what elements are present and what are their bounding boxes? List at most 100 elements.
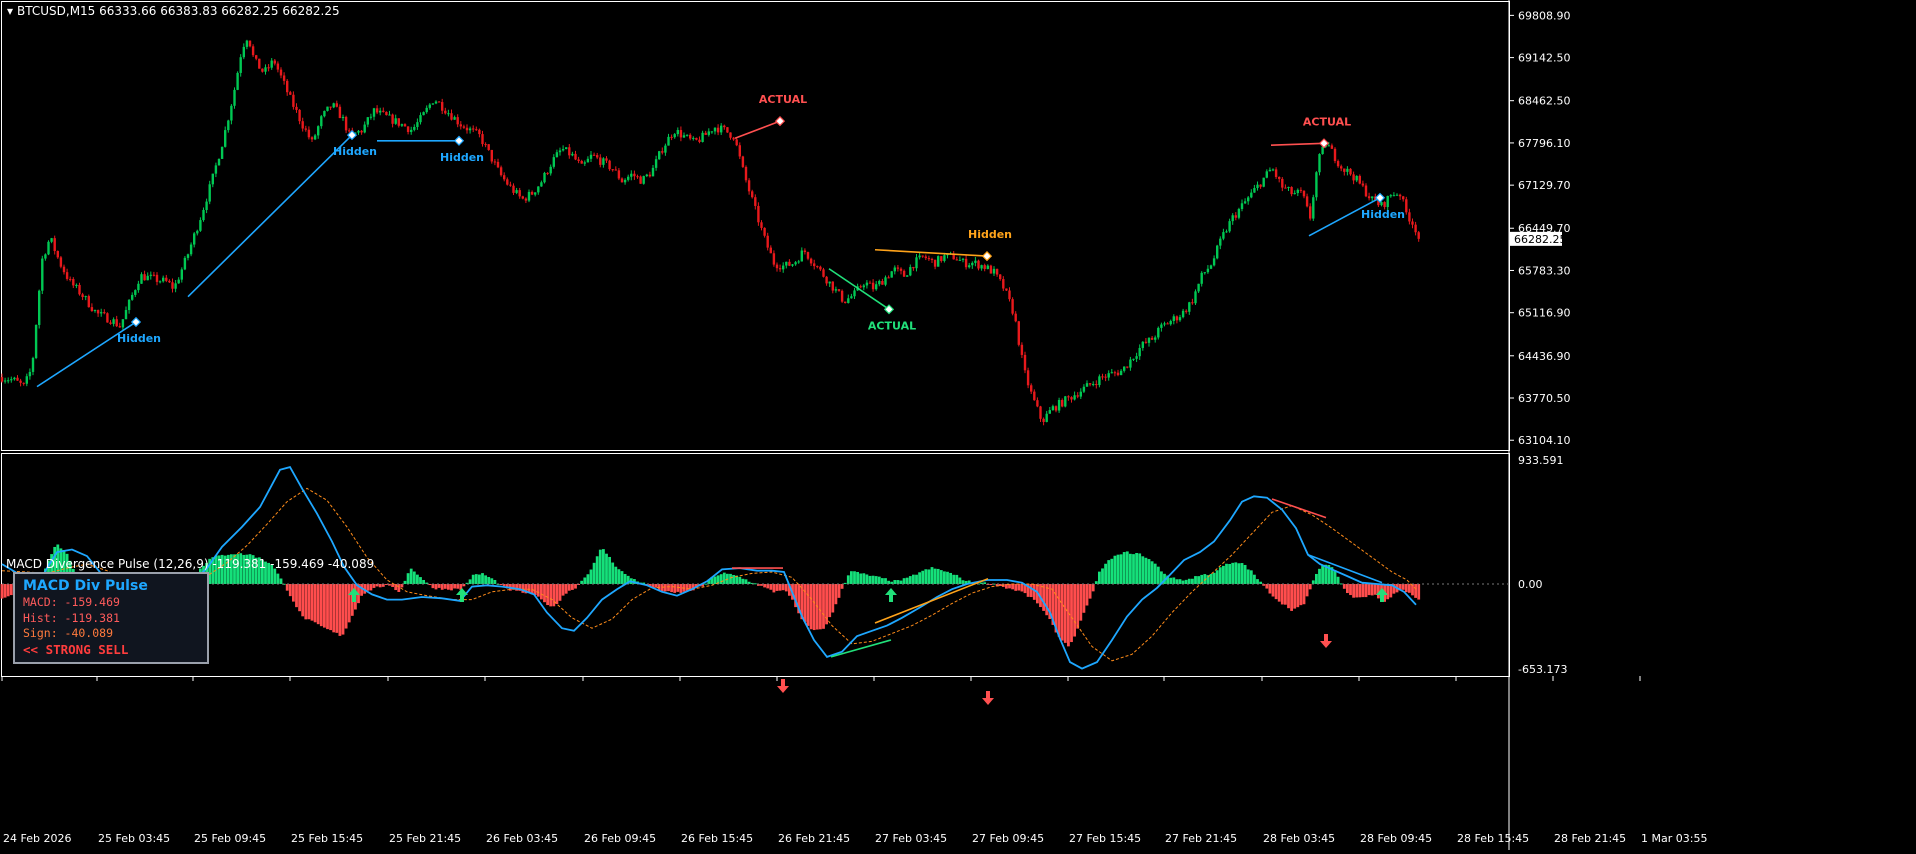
candle-body bbox=[512, 185, 515, 193]
candle-body bbox=[837, 289, 841, 291]
candle-body bbox=[608, 160, 611, 170]
hist-bar bbox=[555, 584, 559, 604]
candle-body bbox=[840, 290, 844, 302]
candle-body bbox=[1005, 288, 1008, 291]
hist-bar bbox=[1414, 584, 1417, 598]
candle-body bbox=[158, 281, 162, 283]
trading-chart[interactable]: Hidden Hidden Hidden ACTUAL ACTUAL Hidden ACTU… bbox=[0, 0, 1916, 850]
candle-body bbox=[868, 282, 872, 284]
hist-bar bbox=[912, 574, 915, 584]
candle bbox=[1026, 367, 1030, 389]
divergence-label-3: ACTUAL bbox=[759, 93, 807, 106]
candle-body bbox=[372, 108, 376, 117]
candle-body bbox=[1302, 190, 1306, 197]
candle-body bbox=[518, 190, 521, 197]
candle bbox=[1212, 255, 1216, 267]
hist-bar bbox=[1153, 563, 1157, 584]
chart-canvas[interactable]: Hidden Hidden Hidden ACTUAL ACTUAL Hidden ACTU… bbox=[0, 0, 1916, 850]
hist-bar bbox=[301, 584, 305, 617]
candle-body bbox=[1119, 370, 1123, 376]
candle-body bbox=[853, 290, 856, 297]
candle-body bbox=[137, 283, 140, 291]
candle-body bbox=[59, 257, 63, 267]
candle-body bbox=[902, 270, 906, 277]
divergence-label-7: Hidden bbox=[1361, 208, 1405, 221]
candle bbox=[971, 261, 974, 269]
hist-bar bbox=[372, 584, 376, 588]
symbol-header: BTCUSD,M15 66333.66 66383.83 66282.25 66… bbox=[17, 4, 340, 18]
candle-body bbox=[410, 129, 413, 132]
hist-bar bbox=[809, 584, 813, 630]
hist-bar bbox=[1135, 552, 1138, 584]
candle-body bbox=[521, 196, 524, 199]
candle-body bbox=[112, 319, 115, 324]
candle bbox=[1135, 352, 1138, 363]
candle-body bbox=[1318, 154, 1321, 173]
candle-body bbox=[1305, 196, 1309, 207]
candle bbox=[859, 284, 862, 289]
candle bbox=[366, 117, 369, 128]
hist-bar bbox=[313, 584, 317, 623]
hist-bar bbox=[400, 584, 404, 588]
candle-body bbox=[847, 298, 850, 303]
candle bbox=[729, 132, 732, 140]
candle-body bbox=[577, 159, 580, 161]
candle bbox=[1020, 342, 1024, 359]
candle bbox=[326, 106, 329, 112]
candle-body bbox=[1113, 372, 1117, 374]
candle-body bbox=[233, 89, 236, 106]
hist-bar bbox=[846, 575, 850, 584]
hist-bar bbox=[298, 584, 301, 612]
hist-bar bbox=[1234, 562, 1238, 584]
candle-body bbox=[78, 284, 81, 295]
hist-bar bbox=[617, 569, 621, 584]
hist-bar bbox=[1082, 584, 1086, 613]
candle bbox=[496, 158, 500, 169]
hist-bar bbox=[908, 576, 912, 584]
candle-body bbox=[1284, 187, 1287, 189]
candle-body bbox=[552, 157, 555, 167]
candle-body bbox=[72, 279, 75, 286]
candle-body bbox=[679, 130, 683, 138]
candle-body bbox=[1147, 337, 1151, 343]
candle bbox=[902, 269, 906, 277]
osc-tick-label-0: 933.591 bbox=[1518, 454, 1564, 467]
hist-bar bbox=[1364, 584, 1368, 598]
candle bbox=[1194, 289, 1197, 305]
candle-body bbox=[53, 238, 56, 252]
candle-body bbox=[1398, 194, 1402, 197]
hist-bar bbox=[310, 584, 314, 621]
time-label-12: 27 Feb 21:45 bbox=[1165, 832, 1237, 845]
candle bbox=[909, 264, 912, 277]
hist-bar bbox=[326, 584, 329, 630]
candle-body bbox=[1045, 413, 1048, 422]
hist-bar bbox=[784, 584, 788, 592]
hist-bar bbox=[1014, 584, 1018, 591]
hist-bar bbox=[871, 575, 875, 584]
hist-bar bbox=[1373, 584, 1377, 595]
hist-bar bbox=[279, 578, 283, 584]
hist-bar bbox=[1243, 564, 1247, 584]
candle bbox=[1296, 188, 1299, 197]
candle-body bbox=[465, 127, 469, 131]
hist-bar bbox=[1138, 553, 1142, 584]
candle bbox=[540, 180, 543, 187]
candle bbox=[732, 136, 735, 141]
candle-body bbox=[131, 294, 134, 300]
candle-body bbox=[1008, 290, 1011, 300]
candle-body bbox=[819, 266, 822, 270]
candle-body bbox=[360, 130, 363, 133]
candle bbox=[53, 235, 56, 255]
candle bbox=[78, 282, 81, 296]
candle-body bbox=[441, 102, 444, 111]
candle bbox=[1225, 229, 1228, 233]
candle bbox=[233, 87, 236, 109]
hist-bar bbox=[1240, 563, 1244, 584]
candle bbox=[1395, 193, 1399, 196]
collapse-triangle-icon[interactable]: ▾ bbox=[7, 4, 13, 18]
time-label-7: 26 Feb 15:45 bbox=[681, 832, 753, 845]
candle bbox=[193, 232, 196, 248]
candle-body bbox=[1212, 258, 1216, 266]
candle bbox=[980, 264, 983, 271]
hist-bar bbox=[1265, 584, 1269, 589]
